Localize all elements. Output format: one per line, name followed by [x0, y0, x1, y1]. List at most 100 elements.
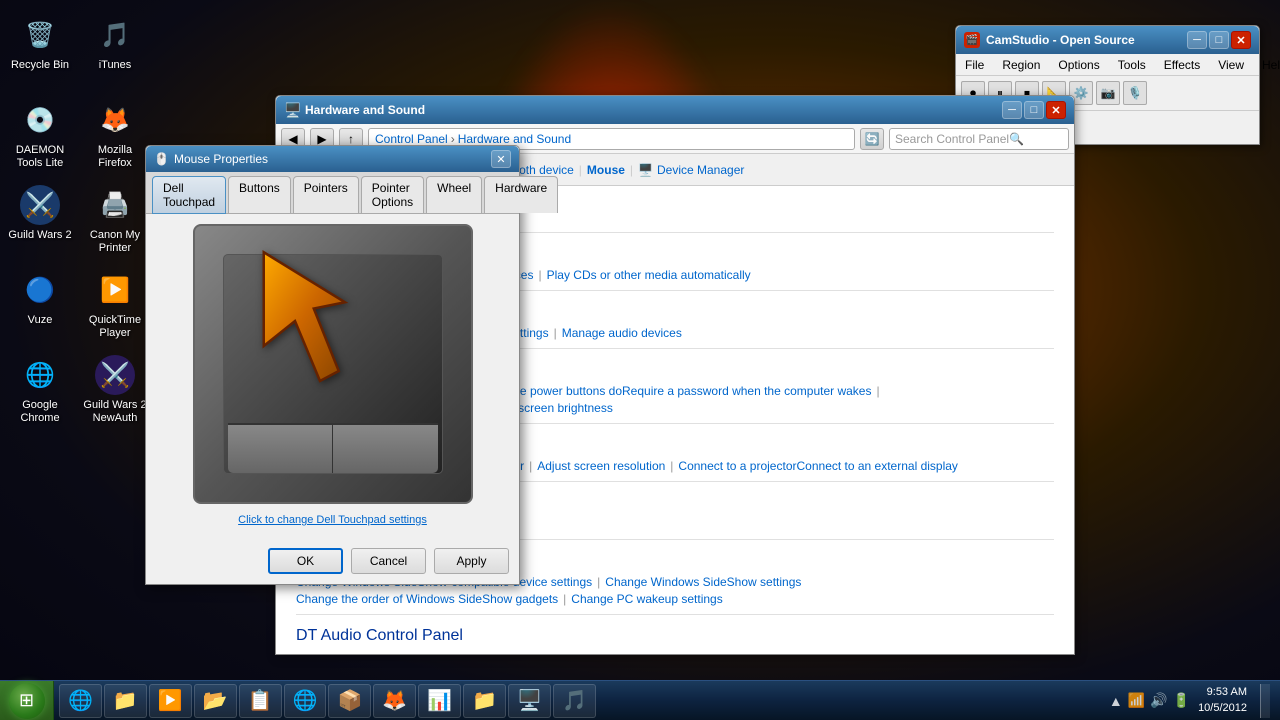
breadcrumb-hardware-sound[interactable]: Hardware and Sound [458, 132, 571, 146]
cs-menu-region[interactable]: Region [998, 56, 1044, 74]
vuze-icon[interactable]: 🔵 Vuze [5, 265, 75, 345]
cs-menu-file[interactable]: File [961, 56, 988, 74]
cp-minimize-button[interactable]: ─ [1002, 101, 1022, 119]
tab-pointers[interactable]: Pointers [293, 176, 359, 213]
sound-sep-2: | [554, 326, 557, 340]
recycle-bin-icon[interactable]: 🗑️ Recycle Bin [5, 10, 75, 90]
chrome-icon[interactable]: 🌐 Google Chrome [5, 350, 75, 430]
cs-menu-help[interactable]: Help [1258, 56, 1280, 74]
device-manager-button[interactable]: 🖥️ Device Manager [638, 163, 744, 177]
cs-tool-camera[interactable]: 📷 [1096, 81, 1120, 105]
power-password-link[interactable]: Require a password when the computer wak… [622, 384, 871, 398]
sideshow-settings-link[interactable]: Change Windows SideShow settings [605, 575, 801, 589]
gw2-newauth-icon[interactable]: ⚔️ Guild Wars 2 NewAuth [80, 350, 150, 430]
cp-titlebar[interactable]: 🖥️ Hardware and Sound ─ □ ✕ [276, 96, 1074, 124]
mouse-dialog-controls: ✕ [491, 150, 511, 168]
tab-hardware[interactable]: Hardware [484, 176, 558, 213]
mouse-dialog-titlebar[interactable]: 🖱️ Mouse Properties ✕ [146, 146, 519, 172]
cp-maximize-button[interactable]: □ [1024, 101, 1044, 119]
taskbar-ie[interactable]: 🌐 [59, 684, 102, 718]
canon-printer-icon[interactable]: 🖨️ Canon My Printer [80, 180, 150, 260]
cp-refresh-button[interactable]: 🔄 [860, 128, 884, 150]
firefox-icon[interactable]: 🦊 Mozilla Firefox [80, 95, 150, 175]
camstudio-minimize-button[interactable]: ─ [1187, 31, 1207, 49]
taskbar-pkg[interactable]: 📦 [328, 684, 371, 718]
taskbar-firefox-tb[interactable]: 🦊 [373, 684, 416, 718]
mouse-dialog-close-button[interactable]: ✕ [491, 150, 511, 168]
mouse-dialog-icon: 🖱️ [154, 152, 168, 166]
sideshow-sep-1: | [597, 575, 600, 589]
taskbar-ppt[interactable]: 📊 [418, 684, 461, 718]
tab-pointer-options[interactable]: Pointer Options [361, 176, 424, 213]
display-external-link[interactable]: Connect to an external display [797, 459, 958, 473]
mouse-link[interactable]: Mouse [587, 163, 625, 177]
tab-buttons[interactable]: Buttons [228, 176, 291, 213]
apply-button[interactable]: Apply [434, 548, 509, 574]
system-tray: ▲ 📶 🔊 🔋 [1109, 692, 1190, 709]
taskbar-folder3[interactable]: 📁 [463, 684, 506, 718]
canon-img: 🖨️ [95, 185, 135, 225]
guild-wars-icon[interactable]: ⚔️ Guild Wars 2 [5, 180, 75, 260]
ok-button[interactable]: OK [268, 548, 343, 574]
gw2-img: ⚔️ [20, 185, 60, 225]
sound-manage-link[interactable]: Manage audio devices [562, 326, 682, 340]
gw2na-img: ⚔️ [95, 355, 135, 395]
taskbar-music[interactable]: 🎵 [553, 684, 596, 718]
tab-wheel[interactable]: Wheel [426, 176, 482, 213]
camstudio-maximize-button[interactable]: □ [1209, 31, 1229, 49]
taskbar-explorer[interactable]: 📁 [104, 684, 147, 718]
camstudio-menu: File Region Options Tools Effects View H… [956, 54, 1259, 76]
vuze-img: 🔵 [20, 270, 60, 310]
disp-sep-1: | [529, 459, 532, 473]
taskbar-monitor[interactable]: 🖥️ [508, 684, 551, 718]
autoplay-play-link[interactable]: Play CDs or other media automatically [547, 268, 751, 282]
cp-search-box[interactable]: Search Control Panel 🔍 [889, 128, 1069, 150]
cs-menu-effects[interactable]: Effects [1160, 56, 1204, 74]
tray-power-icon[interactable]: 🔋 [1173, 692, 1190, 709]
cp-search-placeholder: Search Control Panel [895, 132, 1009, 146]
daemon-img: 💿 [20, 100, 60, 140]
touchpad-left-button[interactable] [228, 425, 334, 473]
tray-volume-icon[interactable]: 🔊 [1150, 692, 1167, 709]
taskbar-media[interactable]: ▶️ [149, 684, 192, 718]
display-projector-link[interactable]: Connect to a projector [678, 459, 796, 473]
power-sep-2: | [876, 384, 879, 398]
cs-menu-tools[interactable]: Tools [1114, 56, 1150, 74]
taskbar-apps: 🌐 📁 ▶️ 📂 📋 🌐 📦 🦊 📊 📁 🖥️ 🎵 [54, 681, 1099, 720]
cp-close-button[interactable]: ✕ [1046, 101, 1066, 119]
sideshow-order-link[interactable]: Change the order of Windows SideShow gad… [296, 592, 558, 606]
clock-time: 9:53 AM [1198, 685, 1247, 700]
taskbar-app5[interactable]: 📋 [239, 684, 282, 718]
tray-network-icon[interactable]: 📶 [1128, 692, 1145, 709]
desktop-icons-container: 🗑️ Recycle Bin 🎵 iTunes 💿 DAEMON Tools L… [5, 10, 150, 430]
tab-dell-touchpad[interactable]: Dell Touchpad [152, 176, 226, 214]
daemon-tools-icon[interactable]: 💿 DAEMON Tools Lite [5, 95, 75, 175]
canon-label: Canon My Printer [81, 229, 149, 255]
display-resolution-link[interactable]: Adjust screen resolution [537, 459, 665, 473]
gw2-label: Guild Wars 2 [8, 229, 71, 242]
action-sep-3: | [579, 163, 582, 177]
sideshow-wakeup-link[interactable]: Change PC wakeup settings [571, 592, 722, 606]
qt-img: ▶️ [95, 270, 135, 310]
cs-menu-view[interactable]: View [1214, 56, 1248, 74]
camstudio-controls: ─ □ ✕ [1187, 31, 1251, 49]
touchpad-settings-link[interactable]: Click to change Dell Touchpad settings [238, 514, 427, 526]
camstudio-titlebar[interactable]: 🎬 CamStudio - Open Source ─ □ ✕ [956, 26, 1259, 54]
mouse-dialog-buttons: OK Cancel Apply [268, 548, 509, 574]
cs-tool-mic[interactable]: 🎙️ [1123, 81, 1147, 105]
tray-up-icon[interactable]: ▲ [1109, 693, 1123, 709]
system-clock[interactable]: 9:53 AM 10/5/2012 [1198, 685, 1247, 716]
quicktime-icon[interactable]: ▶️ QuickTime Player [80, 265, 150, 345]
camstudio-close-button[interactable]: ✕ [1231, 31, 1251, 49]
breadcrumb-control-panel[interactable]: Control Panel [375, 132, 448, 146]
cancel-button[interactable]: Cancel [351, 548, 426, 574]
show-desktop-button[interactable] [1260, 684, 1270, 718]
clock-date: 10/5/2012 [1198, 701, 1247, 716]
touchpad-right-button[interactable] [333, 425, 438, 473]
action-sep-4: | [630, 163, 633, 177]
cs-menu-options[interactable]: Options [1054, 56, 1103, 74]
itunes-icon[interactable]: 🎵 iTunes [80, 10, 150, 90]
taskbar-chrome-tb[interactable]: 🌐 [284, 684, 327, 718]
start-button[interactable]: ⊞ [0, 681, 54, 720]
taskbar-folder2[interactable]: 📂 [194, 684, 237, 718]
